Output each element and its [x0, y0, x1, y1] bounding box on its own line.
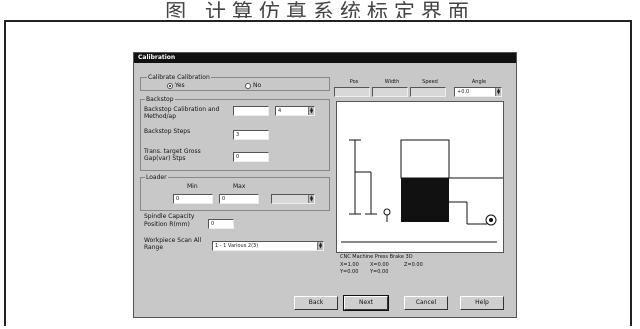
radio-no-label: No	[253, 82, 262, 89]
col-header-angle: Angle	[471, 79, 487, 85]
radio-no[interactable]	[245, 83, 251, 89]
readout-3a: Z=0.00	[404, 262, 423, 268]
backstop-steps-input[interactable]: 3	[233, 130, 269, 140]
spindle-capacity-label: Position R(mm)	[144, 221, 190, 228]
backstop-group: Backstop Backstop Calibration and Method…	[140, 96, 330, 171]
start-gap-input[interactable]: 0	[233, 152, 269, 162]
col-header-pos: Pos	[349, 79, 359, 85]
radio-yes[interactable]	[167, 83, 173, 89]
start-gap-label: Trans. target Gross Gap(var) Stps	[144, 148, 201, 162]
backstop-method-value: 4	[278, 108, 282, 114]
dialog-titlebar[interactable]: Calibration	[134, 53, 516, 63]
spinner-icon[interactable]: ▲ ▼	[308, 195, 314, 203]
machine-diagram	[341, 139, 503, 243]
readout-2b: Y=0.00	[370, 269, 389, 275]
loader-max-input[interactable]: 0	[219, 194, 259, 204]
workpiece-select[interactable]: 1 - 1 Various 2(3) ▲ ▼	[212, 241, 324, 251]
calibrate-group: Calibrate Calibration Yes No	[140, 74, 330, 91]
backstop-steps-label: Backstop Steps	[144, 128, 191, 135]
calibrate-group-label: Calibrate Calibration	[147, 74, 211, 81]
workpiece-label: Workpiece Scan All Range	[144, 237, 202, 251]
radio-yes-label: Yes	[175, 82, 185, 89]
backstop-calibration-label: Backstop Calibration and Method/ap	[144, 106, 220, 120]
backstop-group-label: Backstop	[145, 96, 175, 103]
back-button[interactable]: Back	[294, 296, 338, 310]
machine-preview	[336, 101, 504, 253]
calibration-dialog: Calibration Calibrate Calibration Yes No…	[133, 52, 517, 318]
backstop-calibration-input[interactable]	[233, 106, 269, 116]
spinner-icon[interactable]: ▲ ▼	[495, 88, 501, 96]
speed-field[interactable]	[410, 87, 446, 97]
page-heading: 图 计算仿真系统标定界面	[165, 0, 475, 18]
workpiece-value: 1 - 1 Various 2(3)	[215, 243, 259, 249]
readout-1b: X=0.00	[370, 262, 389, 268]
loader-group: Loader Min Max 0 0 ▲ ▼	[140, 174, 330, 211]
pos-field[interactable]	[334, 87, 370, 97]
help-button[interactable]: Help	[460, 296, 504, 310]
spinner-icon[interactable]: ▲ ▼	[308, 107, 314, 115]
backstop-method-select[interactable]: 4 ▲ ▼	[275, 106, 315, 116]
next-button[interactable]: Next	[343, 295, 389, 311]
loader-min-header: Min	[187, 183, 198, 190]
spindle-group-label: Spindle Capacity	[144, 213, 195, 220]
loader-min-input[interactable]: 0	[173, 194, 213, 204]
angle-select[interactable]: +0.0 ▲ ▼	[454, 87, 502, 97]
readout-2a: Y=0.00	[340, 269, 359, 275]
col-header-speed: Speed	[422, 79, 438, 85]
loader-max-header: Max	[233, 183, 246, 190]
loader-extra-select[interactable]: ▲ ▼	[271, 194, 315, 204]
readout-1a: X=1.00	[340, 262, 359, 268]
col-header-width: Width	[384, 79, 400, 85]
angle-value: +0.0	[457, 89, 470, 95]
spindle-capacity-input[interactable]: 0	[208, 219, 234, 229]
spinner-icon[interactable]: ▲ ▼	[317, 242, 323, 250]
cancel-button[interactable]: Cancel	[404, 296, 448, 310]
preview-info: CNC Machine Press Brake 3D	[340, 254, 413, 260]
width-field[interactable]	[372, 87, 408, 97]
loader-group-label: Loader	[145, 174, 168, 181]
